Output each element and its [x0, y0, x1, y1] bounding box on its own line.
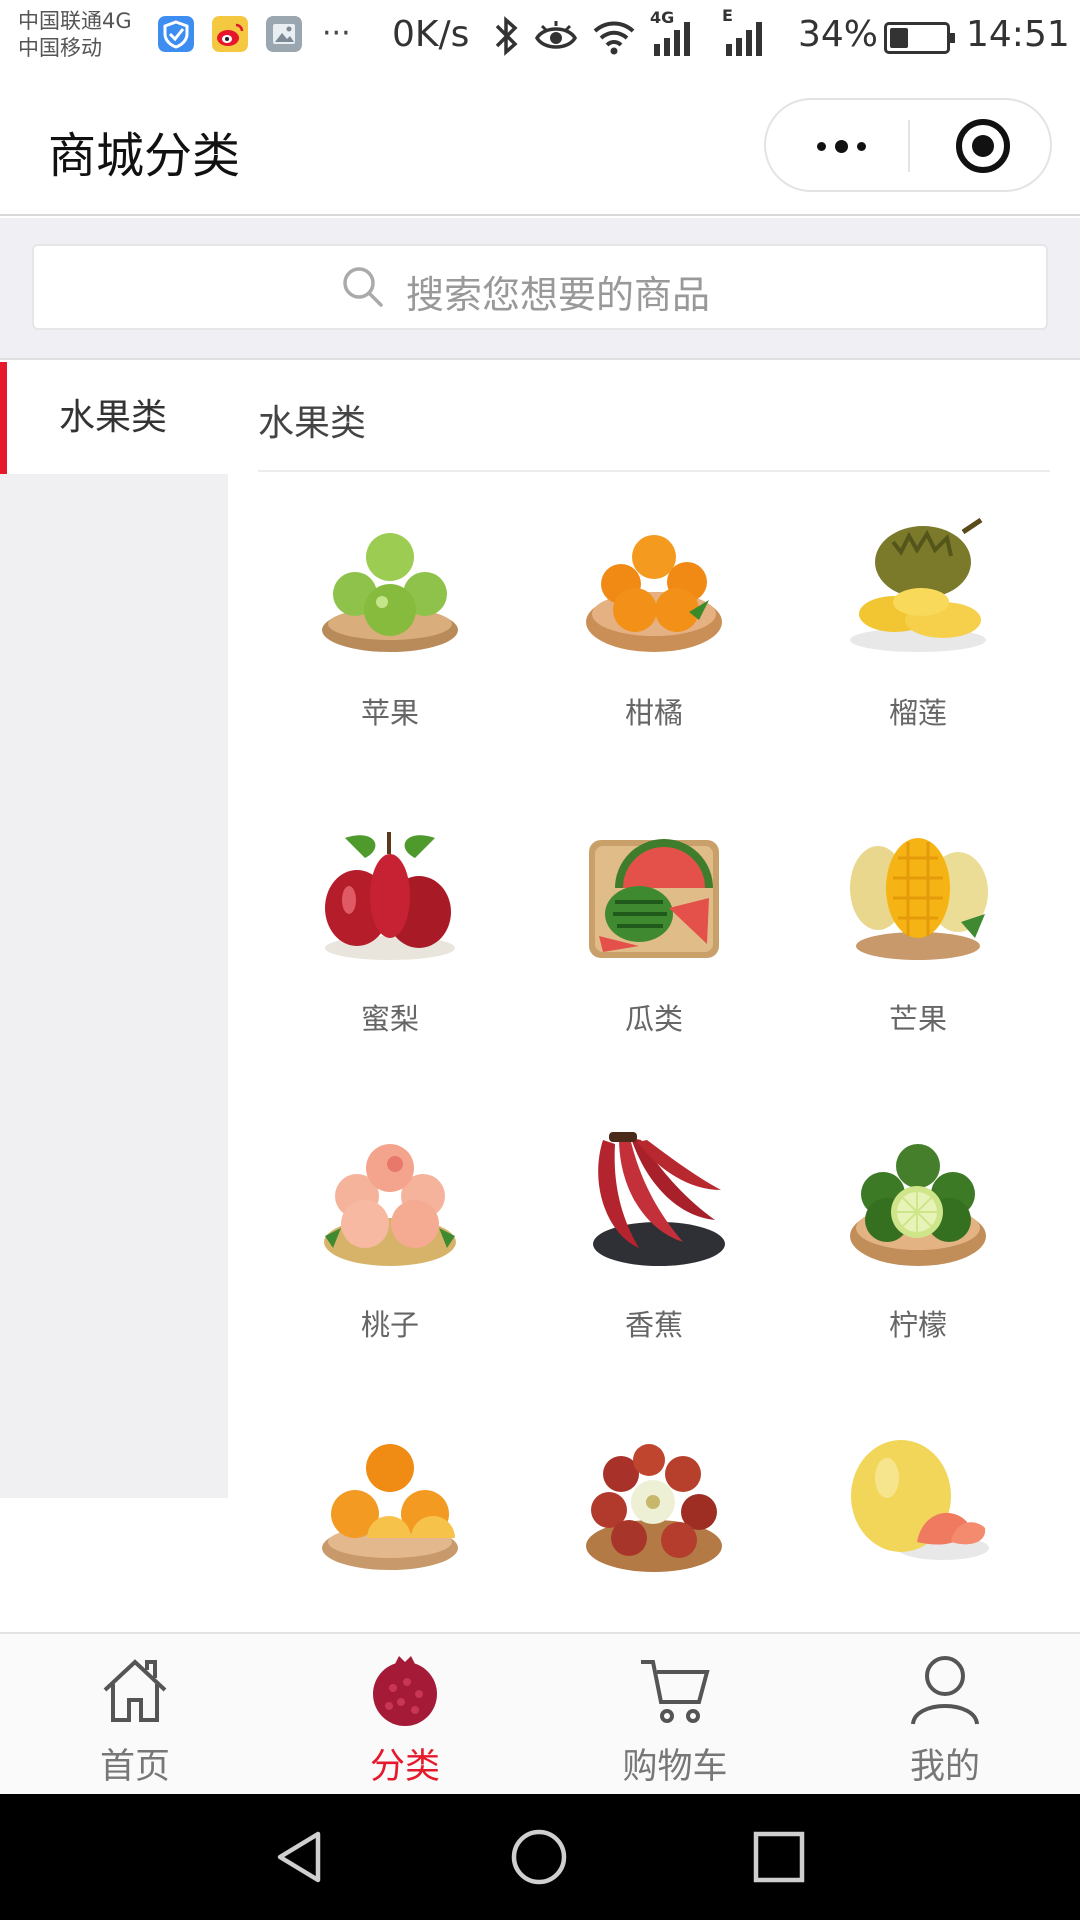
- status-bar: 中国联通4G 中国移动 ··· 0K/s 4G E 34% 14:51: [0, 0, 1080, 76]
- peach-image: [324, 1144, 456, 1266]
- cart-icon: [641, 1660, 710, 1723]
- category-sidebar: 水果类: [0, 362, 228, 1498]
- category-content: 水果类 苹果 柑橘 榴莲 蜜梨 瓜类 芒果 桃子 香蕉 柠檬: [258, 362, 1050, 1632]
- product-name: 榴莲: [888, 696, 947, 730]
- pear-image: [325, 832, 455, 960]
- tab-cart[interactable]: 购物车: [540, 1634, 810, 1796]
- weibo-icon: [212, 16, 248, 52]
- product-item-durian[interactable]: 榴莲: [786, 512, 1050, 812]
- clock: 14:51: [966, 14, 1070, 55]
- more-icon[interactable]: [806, 118, 876, 174]
- bluetooth-icon: [495, 16, 518, 56]
- product-item-lime[interactable]: 柠檬: [786, 1124, 1050, 1424]
- home-icon: [103, 1659, 167, 1722]
- product-item-apple[interactable]: 苹果: [258, 512, 522, 812]
- wifi-icon: [593, 21, 635, 55]
- tab-home[interactable]: 首页: [0, 1634, 270, 1796]
- banana-image: [593, 1132, 725, 1266]
- network-speed: 0K/s: [392, 14, 470, 55]
- product-item-jujube[interactable]: [522, 1430, 786, 1632]
- melon-image: [589, 839, 719, 958]
- product-item-banana[interactable]: 香蕉: [522, 1124, 786, 1424]
- product-name: 柠檬: [888, 1308, 947, 1342]
- product-name: 蜜梨: [360, 1002, 419, 1036]
- citrus-image: [586, 535, 722, 652]
- mini-program-capsule: [764, 98, 1052, 192]
- pomegranate-icon: [373, 1656, 437, 1726]
- jujube-image: [586, 1444, 722, 1572]
- screen: 中国联通4G 中国移动 ··· 0K/s 4G E 34% 14:51 商城分类…: [0, 0, 1080, 1920]
- gallery-icon: [266, 16, 302, 52]
- signal-icon: [726, 22, 762, 56]
- product-item-citrus[interactable]: 柑橘: [522, 512, 786, 812]
- search-area: 搜索您想要的商品: [0, 218, 1080, 360]
- signal-4g: 4G: [650, 8, 694, 60]
- capsule-divider: [908, 120, 910, 172]
- tab-mine[interactable]: 我的: [810, 1634, 1080, 1796]
- sidebar-item-label: 水果类: [59, 397, 168, 438]
- back-icon[interactable]: [272, 1828, 330, 1886]
- signal-e: E: [722, 6, 766, 60]
- battery-icon: [884, 22, 955, 54]
- notification-icons: [158, 16, 302, 52]
- user-icon: [911, 1656, 979, 1725]
- lime-image: [850, 1144, 986, 1266]
- apple-image: [322, 533, 458, 652]
- tab-label: 首页: [99, 1747, 170, 1787]
- shield-app-icon: [158, 16, 194, 52]
- tab-label: 购物车: [622, 1747, 728, 1787]
- search-input[interactable]: 搜索您想要的商品: [32, 244, 1048, 330]
- product-name: 芒果: [888, 1002, 947, 1036]
- android-nav-bar: [0, 1794, 1080, 1920]
- eye-icon: [534, 21, 578, 49]
- battery-percent: 34%: [798, 14, 879, 55]
- product-name: 桃子: [360, 1308, 419, 1342]
- product-item-peach[interactable]: 桃子: [258, 1124, 522, 1424]
- page-title: 商城分类: [48, 128, 241, 184]
- product-item-melon[interactable]: 瓜类: [522, 818, 786, 1118]
- status-icons: 4G E: [494, 6, 766, 60]
- tab-category[interactable]: 分类: [270, 1634, 540, 1796]
- orange-image: [322, 1444, 458, 1570]
- carrier-1: 中国联通4G: [18, 9, 132, 33]
- product-name: 瓜类: [624, 1002, 683, 1036]
- signal-icon: [654, 22, 690, 56]
- search-placeholder: 搜索您想要的商品: [406, 273, 711, 317]
- product-item-orange[interactable]: [258, 1430, 522, 1632]
- tab-label: 分类: [369, 1747, 440, 1787]
- durian-image: [850, 517, 986, 652]
- product-name: 香蕉: [624, 1308, 683, 1342]
- tab-label: 我的: [909, 1747, 980, 1787]
- product-item-pomelo[interactable]: [786, 1430, 1050, 1632]
- carrier-text: 中国联通4G 中国移动: [18, 8, 132, 62]
- sidebar-item-fruit[interactable]: 水果类: [0, 362, 228, 474]
- product-item-mango[interactable]: 芒果: [786, 818, 1050, 1118]
- title-bar: 商城分类: [0, 76, 1080, 216]
- product-name: 苹果: [360, 696, 419, 730]
- search-icon: [343, 267, 383, 307]
- more-notifications: ···: [322, 16, 351, 51]
- product-item-pear[interactable]: 蜜梨: [258, 818, 522, 1118]
- pomelo-image: [851, 1440, 989, 1560]
- section-title: 水果类: [258, 403, 367, 444]
- section-divider: [258, 470, 1050, 472]
- carrier-2: 中国移动: [18, 36, 102, 60]
- tab-bar: 首页 分类 购物车 我的: [0, 1632, 1080, 1794]
- recents-icon[interactable]: [750, 1828, 808, 1886]
- home-circle-icon[interactable]: [510, 1828, 568, 1886]
- product-name: 柑橘: [624, 696, 683, 730]
- mango-image: [850, 838, 988, 960]
- close-target-icon[interactable]: [956, 119, 1010, 173]
